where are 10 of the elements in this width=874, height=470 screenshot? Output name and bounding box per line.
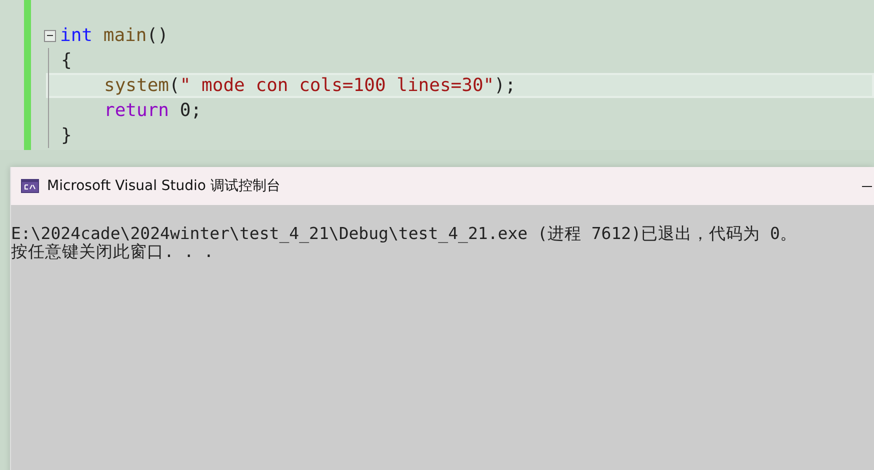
console-app-icon	[21, 179, 39, 193]
code-line: system(" mode con cols=100 lines=30");	[104, 75, 516, 96]
console-output-line: 按任意键关闭此窗口. . .	[11, 243, 214, 261]
code-line: }	[61, 125, 72, 146]
window-title: Microsoft Visual Studio 调试控制台	[47, 177, 282, 195]
code-line: return 0;	[104, 100, 202, 121]
code-line: {	[61, 50, 72, 71]
code-line: int main()	[60, 25, 168, 46]
collapse-icon[interactable]	[44, 30, 56, 42]
console-output-line: E:\2024cade\2024winter\test_4_21\Debug\test_4_21.exe (进程 7612)已退出，代码为 0。	[11, 225, 798, 243]
